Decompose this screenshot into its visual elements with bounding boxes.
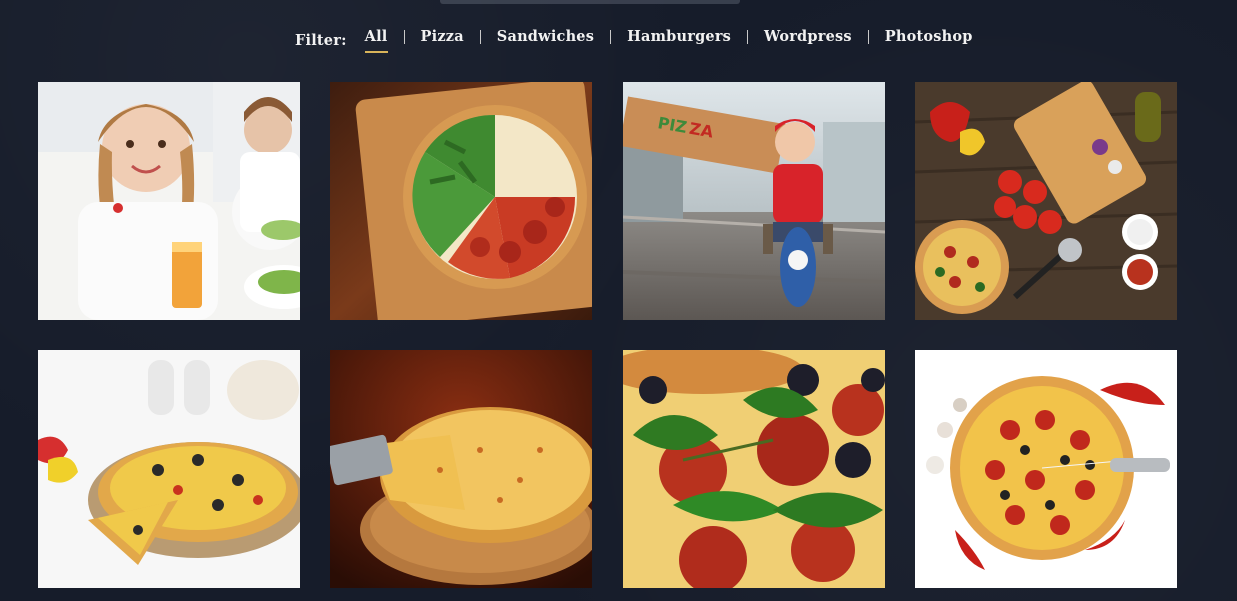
gallery-item-pizza-chili-knife[interactable] bbox=[915, 350, 1177, 588]
filter-all[interactable]: All bbox=[364, 28, 388, 53]
filter-separator bbox=[479, 29, 481, 44]
gallery-item-pizza-delivery[interactable]: PIZ ZA bbox=[623, 82, 885, 320]
filter-pizza[interactable]: Pizza bbox=[421, 28, 464, 53]
portfolio-filter-bar: Filter: All Pizza Sandwiches Hamburgers … bbox=[295, 28, 973, 53]
filter-separator bbox=[610, 29, 612, 44]
filter-wordpress[interactable]: Wordpress bbox=[764, 28, 852, 53]
pizza-chili-image bbox=[915, 350, 1177, 588]
italian-flag-pizza-image bbox=[330, 82, 592, 320]
gallery-item-cheese-pizza-spatula[interactable] bbox=[330, 350, 592, 588]
filter-separator bbox=[403, 29, 405, 44]
header-edge bbox=[440, 0, 740, 4]
sliced-pizza-image bbox=[38, 350, 300, 588]
filter-label: Filter: bbox=[295, 32, 347, 49]
gallery-item-kids-eating[interactable] bbox=[38, 82, 300, 320]
gallery-item-italian-flag-pizza[interactable] bbox=[330, 82, 592, 320]
cheese-pizza-image bbox=[330, 350, 592, 588]
pizza-ingredients-image bbox=[915, 82, 1177, 320]
portfolio-page: Filter: All Pizza Sandwiches Hamburgers … bbox=[0, 0, 1237, 601]
filter-sandwiches[interactable]: Sandwiches bbox=[497, 28, 594, 53]
gallery-item-pepperoni-basil-closeup[interactable] bbox=[623, 350, 885, 588]
gallery-item-pizza-ingredients-board[interactable] bbox=[915, 82, 1177, 320]
filter-separator bbox=[747, 29, 749, 44]
filter-separator bbox=[867, 29, 869, 44]
pizza-delivery-image: PIZ ZA bbox=[623, 82, 885, 320]
filter-photoshop[interactable]: Photoshop bbox=[885, 28, 973, 53]
filter-hamburgers[interactable]: Hamburgers bbox=[627, 28, 731, 53]
kids-eating-image bbox=[38, 82, 300, 320]
gallery-item-sliced-pizza-white[interactable] bbox=[38, 350, 300, 588]
pepperoni-basil-image bbox=[623, 350, 885, 588]
